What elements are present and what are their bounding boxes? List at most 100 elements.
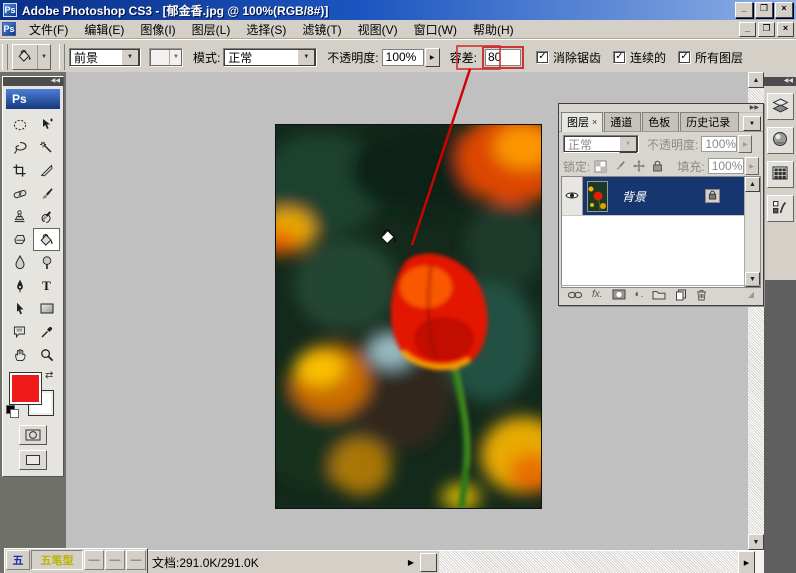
- default-colors-icon[interactable]: [6, 405, 18, 417]
- tool-blur[interactable]: [6, 251, 33, 274]
- tool-history-brush[interactable]: [33, 205, 60, 228]
- menu-window[interactable]: 窗口(W): [406, 20, 465, 39]
- tool-notes[interactable]: [6, 320, 33, 343]
- layers-dock-button[interactable]: [767, 93, 794, 120]
- doc-close-button[interactable]: ×: [777, 22, 794, 37]
- menu-layer[interactable]: 图层(L): [184, 20, 239, 39]
- toolbox-collapse-icon[interactable]: ◀◀: [3, 77, 63, 86]
- lock-all-icon[interactable]: [650, 159, 665, 173]
- tool-hand[interactable]: [6, 343, 33, 366]
- minimize-button[interactable]: _: [735, 2, 753, 18]
- tab-history[interactable]: 历史记录: [680, 112, 739, 131]
- color-dock-button[interactable]: [767, 127, 794, 154]
- tool-magic-wand[interactable]: [33, 136, 60, 159]
- doc-minimize-button[interactable]: _: [739, 22, 756, 37]
- menu-image[interactable]: 图像(I): [132, 20, 183, 39]
- visibility-toggle[interactable]: [562, 177, 583, 215]
- tool-type[interactable]: T: [33, 274, 60, 297]
- document-image[interactable]: [275, 124, 542, 509]
- chevron-down-icon[interactable]: ▼: [37, 45, 50, 69]
- brushes-dock-button[interactable]: [767, 195, 794, 222]
- adjustment-layer-icon[interactable]: ◐.: [635, 289, 644, 300]
- scroll-right-icon[interactable]: ▶: [738, 551, 755, 573]
- tab-channels[interactable]: 通道: [604, 112, 641, 131]
- scroll-up-icon[interactable]: ▲: [748, 72, 764, 88]
- tab-swatches[interactable]: 色板: [642, 112, 679, 131]
- group-icon[interactable]: [652, 289, 666, 300]
- ime-option-button[interactable]: —: [84, 550, 104, 570]
- contiguous[interactable]: ✓: [613, 51, 626, 64]
- tolerance-input[interactable]: [485, 49, 521, 66]
- layer-opacity-value[interactable]: 100%: [701, 136, 737, 152]
- tool-healing-brush[interactable]: [6, 182, 33, 205]
- tool-preset-picker[interactable]: ▼: [12, 44, 51, 70]
- status-extra-button[interactable]: [420, 553, 437, 572]
- tool-crop[interactable]: [6, 159, 33, 182]
- menu-filter[interactable]: 滤镜(T): [294, 20, 349, 39]
- ime-option-button[interactable]: —: [105, 550, 125, 570]
- tool-brush[interactable]: [33, 182, 60, 205]
- chevron-down-icon[interactable]: ▼: [297, 49, 315, 66]
- tool-eyedropper[interactable]: [33, 320, 60, 343]
- swatches-dock-button[interactable]: [767, 161, 794, 188]
- mode-dropdown[interactable]: 正常 ▼: [223, 48, 317, 67]
- tool-pen[interactable]: [6, 274, 33, 297]
- link-icon[interactable]: [567, 290, 583, 300]
- screen-mode-button[interactable]: [19, 450, 47, 470]
- close-tab-icon[interactable]: ×: [592, 117, 597, 127]
- tool-shape[interactable]: [33, 297, 60, 320]
- tool-dodge[interactable]: [33, 251, 60, 274]
- all-layers[interactable]: ✓: [678, 51, 691, 64]
- blend-mode-dropdown[interactable]: 正常 ▼: [563, 135, 639, 153]
- menu-view[interactable]: 视图(V): [350, 20, 406, 39]
- layer-row-background[interactable]: 背景 ▲: [562, 177, 760, 216]
- ime-logo-icon[interactable]: 五: [6, 550, 30, 570]
- lock-pixels-icon[interactable]: [612, 159, 627, 173]
- dock-collapse-icon[interactable]: ◀◀: [764, 77, 796, 86]
- opacity-flyout-icon[interactable]: ▶: [425, 48, 440, 67]
- close-button[interactable]: ×: [775, 2, 793, 18]
- tool-lasso[interactable]: [6, 136, 33, 159]
- chevron-down-icon[interactable]: ▼: [619, 136, 637, 153]
- chevron-down-icon[interactable]: ▼: [121, 49, 139, 66]
- tool-clone-stamp[interactable]: [6, 205, 33, 228]
- layer-list-scrollbar[interactable]: ▲: [744, 177, 760, 215]
- menu-file[interactable]: 文件(F): [21, 20, 76, 39]
- document-icon[interactable]: Ps: [2, 22, 16, 36]
- tool-paint-bucket[interactable]: [33, 228, 60, 251]
- menu-select[interactable]: 选择(S): [238, 20, 294, 39]
- horizontal-scroll-track[interactable]: [439, 551, 738, 573]
- new-layer-icon[interactable]: [675, 289, 687, 301]
- layer-list-scroll-track[interactable]: ▼: [744, 215, 760, 287]
- opacity-value[interactable]: 100%: [382, 49, 424, 66]
- doc-restore-button[interactable]: ❐: [758, 22, 775, 37]
- scroll-down-icon[interactable]: ▼: [748, 534, 764, 550]
- menu-help[interactable]: 帮助(H): [465, 20, 522, 39]
- tool-zoom[interactable]: [33, 343, 60, 366]
- fill-flyout-icon[interactable]: ▶: [745, 157, 759, 175]
- lock-transparency-icon[interactable]: [593, 159, 608, 173]
- trash-icon[interactable]: [696, 289, 707, 301]
- tool-ellipse-marquee[interactable]: [6, 113, 33, 136]
- mask-icon[interactable]: [612, 289, 626, 300]
- fill-source-dropdown[interactable]: 前景 ▼: [69, 48, 141, 67]
- anti-alias[interactable]: ✓: [536, 51, 549, 64]
- tool-eraser[interactable]: [6, 228, 33, 251]
- restore-button[interactable]: ❐: [755, 2, 773, 18]
- layer-style-icon[interactable]: fx.: [592, 289, 603, 300]
- menu-edit[interactable]: 编辑(E): [76, 20, 132, 39]
- status-flyout-icon[interactable]: ▶: [404, 551, 418, 573]
- tab-layers[interactable]: 图层×: [561, 112, 603, 132]
- ime-option-button[interactable]: —: [126, 550, 146, 570]
- swap-colors-icon[interactable]: ⇄: [45, 370, 53, 381]
- lock-position-icon[interactable]: [631, 159, 646, 173]
- ime-method-button[interactable]: 五笔型: [31, 550, 83, 570]
- layer-opacity-flyout-icon[interactable]: ▶: [738, 135, 752, 153]
- foreground-color-swatch[interactable]: [10, 373, 41, 404]
- tool-path-select[interactable]: [6, 297, 33, 320]
- panel-menu-icon[interactable]: ▼: [743, 116, 761, 131]
- tool-move[interactable]: [33, 113, 60, 136]
- quick-mask-button[interactable]: [19, 425, 47, 445]
- panel-resize-grip[interactable]: ◢: [748, 290, 755, 299]
- fill-value[interactable]: 100%: [708, 158, 744, 174]
